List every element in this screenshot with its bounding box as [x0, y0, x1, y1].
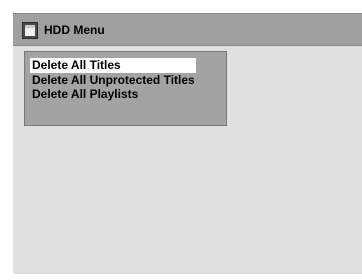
- menu-item-delete-all-playlists[interactable]: Delete All Playlists: [30, 87, 138, 102]
- hdd-menu-list: Delete All Titles Delete All Unprotected…: [24, 51, 227, 126]
- page-title: HDD Menu: [44, 23, 105, 37]
- hdd-icon: [22, 22, 38, 39]
- menu-item-delete-all-titles[interactable]: Delete All Titles: [30, 58, 196, 73]
- menu-item-delete-all-unprotected-titles[interactable]: Delete All Unprotected Titles: [30, 73, 195, 88]
- title-bar: HDD Menu: [13, 13, 362, 46]
- osd-screen: HDD Menu Delete All Titles Delete All Un…: [13, 13, 362, 274]
